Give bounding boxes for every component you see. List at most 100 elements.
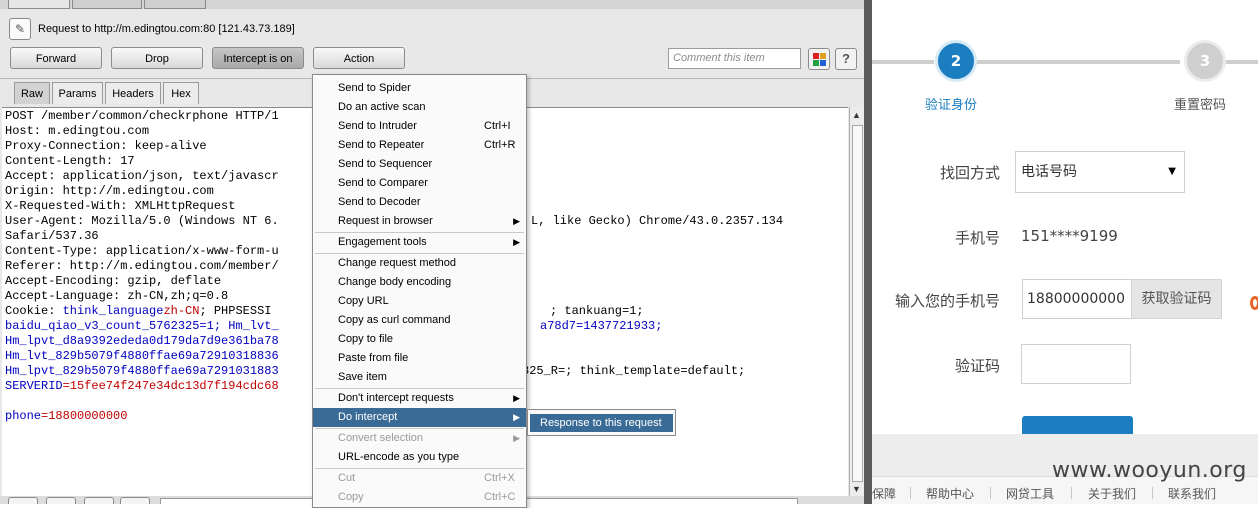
get-code-button[interactable]: 获取验证码 xyxy=(1131,279,1222,319)
cookie-line: SERVERID=15fee74f247e34dc13d7f194cdc68 xyxy=(5,379,279,394)
footer-link[interactable]: 帮助中心 xyxy=(926,485,974,502)
step-3-circle: 3 xyxy=(1184,40,1226,82)
forward-search-button[interactable] xyxy=(120,497,150,504)
header-line: Accept-Encoding: gzip, deflate xyxy=(5,274,222,288)
tab-headers[interactable]: Headers xyxy=(105,82,161,104)
body-param-key: phone xyxy=(5,409,42,423)
menu-item-send-to-decoder[interactable]: Send to Decoder xyxy=(313,193,526,212)
submenu-arrow-icon: ▶ xyxy=(513,412,520,422)
cookie-line: Cookie: think_languagezh-CN; PHPSESSI xyxy=(5,304,271,319)
request-target-label: Request to http://m.edingtou.com:80 [121… xyxy=(38,23,295,35)
method-select-value: 电话号码 xyxy=(1021,164,1077,180)
step-2-circle: 2 xyxy=(935,40,977,82)
header-line: Content-Type: application/x-www-form-u xyxy=(5,244,279,258)
footer-divider xyxy=(990,487,991,499)
cookie-key: a78d7=1437721933; xyxy=(540,319,663,333)
editor-scrollbar[interactable]: ▲ ▼ xyxy=(849,107,864,497)
menu-item-change-body-encoding[interactable]: Change body encoding xyxy=(313,273,526,292)
cookie-prefix: Cookie: xyxy=(5,304,63,318)
help-icon[interactable]: ? xyxy=(835,48,857,70)
footer-link[interactable]: 联系我们 xyxy=(1168,485,1216,502)
menu-item-copy-to-file[interactable]: Copy to file xyxy=(313,330,526,349)
tab-hex[interactable]: Hex xyxy=(163,82,199,104)
next-step-button[interactable] xyxy=(1022,416,1133,434)
menu-item-paste-from-file[interactable]: Paste from file xyxy=(313,349,526,368)
menu-item-response-to-request[interactable]: Response to this request xyxy=(530,414,673,432)
menu-item-send-to-comparer[interactable]: Send to Comparer xyxy=(313,174,526,193)
method-select[interactable]: 电话号码 ▼ xyxy=(1015,151,1185,193)
menu-item-save-item[interactable]: Save item xyxy=(313,368,526,387)
action-button[interactable]: Action xyxy=(313,47,405,69)
menu-item-copy-url[interactable]: Copy URL xyxy=(313,292,526,311)
header-line: Proxy-Connection: keep-alive xyxy=(5,139,207,153)
drop-button[interactable]: Drop xyxy=(111,47,203,69)
menu-item-change-request-method[interactable]: Change request method xyxy=(313,254,526,273)
phone-input[interactable]: 18800000000 xyxy=(1022,279,1132,319)
menu-item-copy: Copy Ctrl+C xyxy=(338,491,516,503)
menu-item-cut: Cut Ctrl+X xyxy=(338,472,515,484)
intercept-toggle-button[interactable]: Intercept is on xyxy=(212,47,304,69)
footer-link[interactable]: 网贷工具 xyxy=(1006,485,1054,502)
top-tab-intercept[interactable] xyxy=(8,0,70,9)
request-line: POST /member/common/checkrphone HTTP/1 xyxy=(5,109,279,123)
window-border xyxy=(864,0,872,504)
cookie-line-tail: 825_R=; think_template=default; xyxy=(522,364,746,378)
top-tab-strip xyxy=(0,0,864,9)
next-button[interactable] xyxy=(84,497,114,504)
menu-item-request-in-browser[interactable]: Request in browser ▶ xyxy=(313,212,526,231)
footer-divider xyxy=(1071,487,1072,499)
header-line: Safari/537.36 xyxy=(5,229,99,243)
header-line: Accept: application/json, text/javascr xyxy=(5,169,279,183)
top-tab-options[interactable] xyxy=(144,0,206,9)
comment-input[interactable]: Comment this item xyxy=(668,48,801,69)
body-line: phone=18800000000 xyxy=(5,409,127,424)
help-button[interactable] xyxy=(8,497,38,504)
cookie-value: =15fee74f247e34dc13d7f194cdc68 xyxy=(62,379,279,393)
menu-item-dont-intercept[interactable]: Don't intercept requests ▶ xyxy=(313,389,526,408)
header-line: Accept-Language: zh-CN,zh;q=0.8 xyxy=(5,289,229,303)
menu-item-copy-as-curl[interactable]: Copy as curl command xyxy=(313,311,526,330)
menu-item-send-to-intruder[interactable]: Send to Intruder Ctrl+I xyxy=(313,117,526,136)
scrollbar-thumb[interactable] xyxy=(852,125,863,482)
web-page: 2 3 验证身份 重置密码 找回方式 电话号码 ▼ 手机号 151****9199… xyxy=(872,0,1258,504)
cookie-line: Hm_lpvt_d8a9392ededa0d179da7d9e361ba78 xyxy=(5,334,279,348)
menu-item-convert-selection: Convert selection ▶ xyxy=(313,429,526,448)
tab-params[interactable]: Params xyxy=(52,82,103,104)
submenu-arrow-icon: ▶ xyxy=(513,393,520,403)
menu-item-send-to-sequencer[interactable]: Send to Sequencer xyxy=(313,155,526,174)
menu-item-url-encode[interactable]: URL-encode as you type xyxy=(313,448,526,467)
submenu-arrow-icon: ▶ xyxy=(513,433,520,443)
submenu-arrow-icon: ▶ xyxy=(513,216,520,226)
edit-pencil-icon[interactable]: ✎ xyxy=(9,18,31,40)
footer-link[interactable]: 保障 xyxy=(872,485,896,502)
phone-label: 手机号 xyxy=(954,229,1000,247)
submenu-arrow-icon: ▶ xyxy=(513,237,520,247)
menu-item-send-to-spider[interactable]: Send to Spider xyxy=(313,79,526,98)
body-param-value: =18800000000 xyxy=(41,409,128,423)
header-line-tail: L, like Gecko) Chrome/43.0.2357.134 xyxy=(531,214,784,228)
forward-button[interactable]: Forward xyxy=(10,47,102,69)
side-float-icon[interactable] xyxy=(1250,296,1258,310)
menu-item-active-scan[interactable]: Do an active scan xyxy=(313,98,526,117)
footer-divider xyxy=(910,487,911,499)
cookie-value: zh-CN xyxy=(163,304,200,318)
prev-button[interactable] xyxy=(46,497,76,504)
menu-item-engagement-tools[interactable]: Engagement tools ▶ xyxy=(313,233,526,252)
highlight-color-icon[interactable] xyxy=(808,48,830,70)
dropdown-arrow-icon: ▼ xyxy=(1168,166,1176,177)
step-3-label: 重置密码 xyxy=(1174,98,1227,113)
menu-item-do-intercept[interactable]: Do intercept ▶ xyxy=(313,408,526,427)
menu-item-send-to-repeater[interactable]: Send to Repeater Ctrl+R xyxy=(313,136,526,155)
tab-raw[interactable]: Raw xyxy=(14,82,50,104)
scroll-up-arrow-icon[interactable]: ▲ xyxy=(852,110,861,120)
top-tab-history[interactable] xyxy=(72,0,142,9)
masked-phone-value: 151****9199 xyxy=(1021,227,1118,245)
do-intercept-submenu: Response to this request xyxy=(527,409,676,436)
header-line: Host: m.edingtou.com xyxy=(5,124,150,138)
header-line: Referer: http://m.edingtou.com/member/ xyxy=(5,259,279,273)
scroll-down-arrow-icon[interactable]: ▼ xyxy=(852,484,861,494)
verification-code-input[interactable] xyxy=(1021,344,1131,384)
header-line: User-Agent: Mozilla/5.0 (Windows NT 6. xyxy=(5,214,279,228)
footer-link[interactable]: 关于我们 xyxy=(1088,485,1136,502)
footer-divider xyxy=(1152,487,1153,499)
